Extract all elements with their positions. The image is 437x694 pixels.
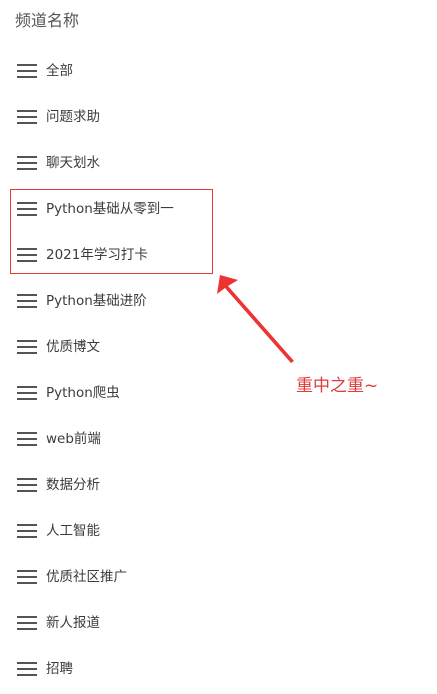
channel-item-python-advanced[interactable]: Python基础进阶 bbox=[0, 278, 260, 324]
channel-label: 人工智能 bbox=[46, 523, 100, 539]
channel-label: 数据分析 bbox=[46, 477, 100, 493]
menu-icon bbox=[17, 156, 37, 170]
channel-label: 优质社区推广 bbox=[46, 569, 127, 585]
channel-label: 问题求助 bbox=[46, 109, 100, 125]
channel-label: 新人报道 bbox=[46, 615, 100, 631]
menu-icon bbox=[17, 110, 37, 124]
highlight-box bbox=[10, 189, 213, 274]
channel-item-data-analysis[interactable]: 数据分析 bbox=[0, 462, 260, 508]
menu-icon bbox=[17, 64, 37, 78]
channel-item-chat[interactable]: 聊天划水 bbox=[0, 140, 260, 186]
channel-label: web前端 bbox=[46, 431, 101, 447]
menu-icon bbox=[17, 386, 37, 400]
channel-item-all[interactable]: 全部 bbox=[0, 48, 260, 94]
channel-label: 全部 bbox=[46, 63, 73, 79]
menu-icon bbox=[17, 524, 37, 538]
channel-label: 优质博文 bbox=[46, 339, 100, 355]
channel-item-recruitment[interactable]: 招聘 bbox=[0, 646, 260, 692]
channel-item-python-crawler[interactable]: Python爬虫 bbox=[0, 370, 260, 416]
channel-label: 聊天划水 bbox=[46, 155, 100, 171]
menu-icon bbox=[17, 616, 37, 630]
channel-label: Python爬虫 bbox=[46, 385, 120, 401]
channel-item-community-promotion[interactable]: 优质社区推广 bbox=[0, 554, 260, 600]
annotation-text: 重中之重~ bbox=[296, 376, 379, 396]
menu-icon bbox=[17, 432, 37, 446]
channel-label: 招聘 bbox=[46, 661, 73, 677]
menu-icon bbox=[17, 478, 37, 492]
panel-title: 频道名称 bbox=[15, 11, 80, 30]
channel-item-web-frontend[interactable]: web前端 bbox=[0, 416, 260, 462]
menu-icon bbox=[17, 662, 37, 676]
channel-item-help[interactable]: 问题求助 bbox=[0, 94, 260, 140]
menu-icon bbox=[17, 294, 37, 308]
channel-item-quality-posts[interactable]: 优质博文 bbox=[0, 324, 260, 370]
menu-icon bbox=[17, 340, 37, 354]
channel-label: Python基础进阶 bbox=[46, 293, 147, 309]
channel-list: 全部 问题求助 聊天划水 Python基础从零到一 2021年学习打卡 Pyth… bbox=[0, 48, 260, 692]
menu-icon bbox=[17, 570, 37, 584]
channel-item-newcomer[interactable]: 新人报道 bbox=[0, 600, 260, 646]
channel-item-ai[interactable]: 人工智能 bbox=[0, 508, 260, 554]
